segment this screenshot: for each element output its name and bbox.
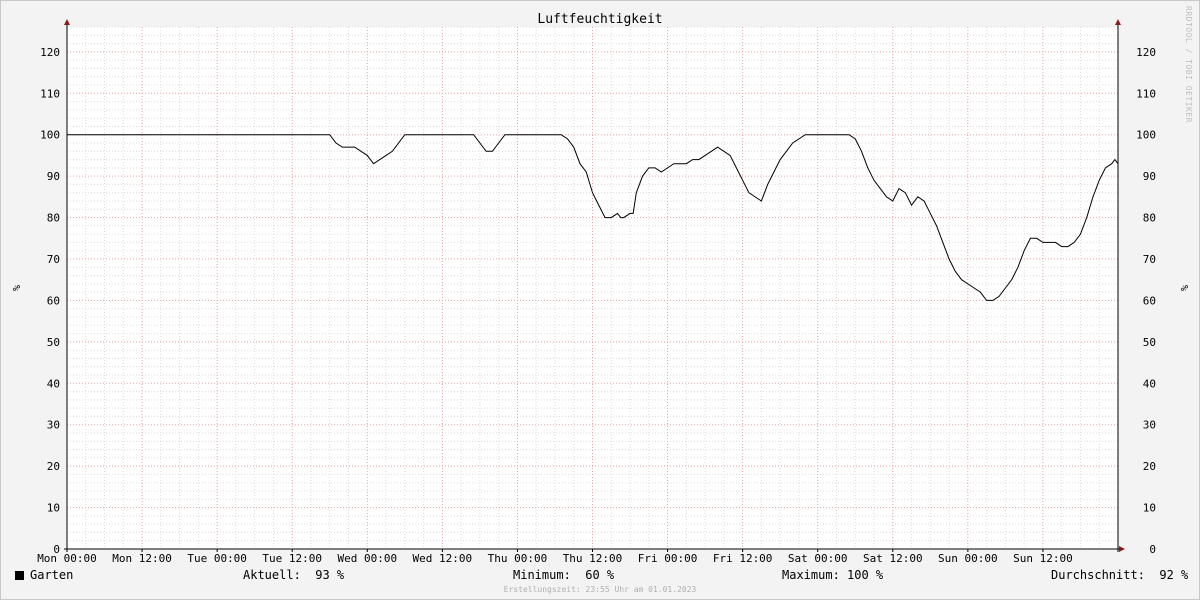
- y-axis-arrow-left: [64, 19, 70, 25]
- y-tick-label-right: 50: [1143, 336, 1156, 349]
- humidity-chart: Luftfeuchtigkeit % % 0 010 1020 2030 3040 405…: [10, 12, 1189, 565]
- y-tick-label-right: 80: [1143, 212, 1156, 225]
- x-tick-label: Wed 12:00: [413, 552, 473, 565]
- y-tick-label-left: 70: [47, 253, 60, 266]
- legend-current: Aktuell: 93 %: [243, 568, 345, 582]
- x-tick-label: Mon 00:00: [37, 552, 97, 565]
- x-tick-label: Tue 00:00: [187, 552, 247, 565]
- x-tick-label: Sat 00:00: [788, 552, 848, 565]
- x-axis-arrow: [1119, 546, 1125, 552]
- x-tick-label: Wed 00:00: [337, 552, 397, 565]
- x-tick-label: Fri 12:00: [713, 552, 773, 565]
- y-tick-label-left: 20: [47, 460, 60, 473]
- y-tick-label-right: 120: [1136, 46, 1156, 59]
- x-tick-label: Thu 00:00: [488, 552, 548, 565]
- y-tick-label-right: 100: [1136, 129, 1156, 142]
- y-tick-label-left: 10: [47, 502, 60, 515]
- y-tick-label-right: 40: [1143, 377, 1156, 390]
- y-tick-label-right: 90: [1143, 170, 1156, 183]
- y-tick-label-left: 50: [47, 336, 60, 349]
- x-tick-label: Sun 12:00: [1013, 552, 1073, 565]
- y-tick-label-right: 20: [1143, 460, 1156, 473]
- y-tick-label-left: 110: [40, 87, 60, 100]
- x-tick-label: Sat 12:00: [863, 552, 923, 565]
- y-tick-label-left: 30: [47, 419, 60, 432]
- chart-title: Luftfeuchtigkeit: [537, 12, 662, 27]
- legend-minimum: Minimum: 60 %: [513, 568, 615, 582]
- legend-average: Durchschnitt: 92 %: [1051, 568, 1189, 582]
- y-axis-arrow-right: [1115, 19, 1121, 25]
- y-axis-label-left: %: [10, 285, 21, 291]
- y-tick-label-right: 10: [1143, 502, 1156, 515]
- y-tick-label-left: 90: [47, 170, 60, 183]
- y-tick-label-left: 40: [47, 377, 60, 390]
- y-tick-label-left: 120: [40, 46, 60, 59]
- y-tick-label-right: 30: [1143, 419, 1156, 432]
- x-tick-label: Tue 12:00: [262, 552, 322, 565]
- legend-maximum: Maximum: 100 %: [782, 568, 884, 582]
- x-tick-label: Fri 00:00: [638, 552, 698, 565]
- legend-swatch-garten: [15, 571, 24, 580]
- y-tick-label-left: 60: [47, 294, 60, 307]
- watermark: RRDTOOL / TOBI OETIKER: [1184, 6, 1193, 123]
- creation-timestamp: Erstellungszeit: 23:55 Uhr am 01.01.2023: [503, 585, 697, 594]
- y-tick-label-right: 110: [1136, 87, 1156, 100]
- y-tick-label-left: 80: [47, 212, 60, 225]
- y-tick-label-right: 60: [1143, 294, 1156, 307]
- legend-series-label: Garten: [30, 568, 74, 582]
- y-tick-label-right: 70: [1143, 253, 1156, 266]
- x-tick-label: Sun 00:00: [938, 552, 998, 565]
- x-tick-label: Thu 12:00: [563, 552, 623, 565]
- y-tick-label-left: 100: [40, 129, 60, 142]
- x-tick-label: Mon 12:00: [112, 552, 172, 565]
- y-axis-label-right: %: [1178, 285, 1189, 291]
- y-tick-label-right: 0: [1149, 543, 1156, 556]
